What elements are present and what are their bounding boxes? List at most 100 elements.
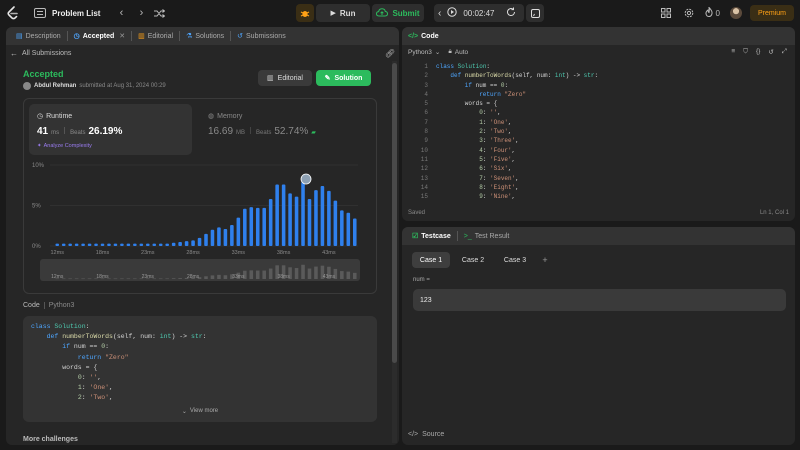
case-2-tab[interactable]: Case 2 <box>454 252 492 268</box>
timer-value: 00:02:47 <box>463 8 495 18</box>
tab-submissions[interactable]: ↺ Submissions <box>233 27 290 45</box>
chart-bar <box>281 184 286 246</box>
y-tick-label: 0% <box>32 244 41 250</box>
avatar[interactable] <box>729 7 742 19</box>
chart-bar <box>301 182 305 246</box>
leetcode-logo-icon[interactable] <box>6 6 20 20</box>
chart-bar <box>288 193 292 246</box>
settings-gear-icon[interactable] <box>682 3 696 23</box>
memory-card[interactable]: ◍ Memory 16.69 MB Beats 52.74% ▰ <box>200 104 363 155</box>
overview-bar <box>262 270 266 279</box>
user-name[interactable]: Abdul Rehman <box>34 83 76 89</box>
overview-bar <box>120 278 124 280</box>
case-3-tab[interactable]: Case 3 <box>496 252 534 268</box>
scrollbar[interactable] <box>392 61 397 443</box>
overview-bar <box>87 278 92 280</box>
debug-button[interactable] <box>296 4 314 22</box>
close-tab-icon[interactable]: ✕ <box>119 32 125 40</box>
streak-counter[interactable]: 0 <box>705 3 720 23</box>
chart-bar <box>68 243 72 246</box>
code-line: def numberToWords(self, num: int) -> str… <box>436 72 599 80</box>
all-submissions-link[interactable]: All Submissions <box>22 50 71 57</box>
chart-bar <box>249 207 254 246</box>
editorial-button[interactable]: ▥ Editorial <box>258 70 312 86</box>
case-1-tab[interactable]: Case 1 <box>412 252 450 268</box>
bookmark-icon[interactable]: ⛉ <box>743 48 748 56</box>
chart-bar <box>333 200 338 246</box>
overview-bar <box>268 268 273 279</box>
back-arrow-icon[interactable]: ← <box>10 49 18 58</box>
add-case-icon[interactable]: + <box>538 252 552 268</box>
editor-toolbar: Python3 ⌄ 🔒︎ Auto ≡ ⛉ {} ↺ ⤢ <box>402 45 795 59</box>
fullscreen-icon[interactable]: ⤢ <box>782 48 787 56</box>
timer-play-icon[interactable] <box>447 7 458 19</box>
fire-icon <box>705 5 713 19</box>
scrollbar-thumb[interactable] <box>392 63 397 363</box>
line-number: 6 <box>424 109 428 117</box>
chart-bar <box>146 243 150 246</box>
overview-bar <box>223 275 228 279</box>
overview-tick-label: 28ms <box>187 274 200 280</box>
source-code-icon: </> <box>408 431 419 438</box>
prev-problem-icon[interactable]: ‹ <box>114 3 128 23</box>
tab-test-result[interactable]: >_ Test Result <box>460 227 514 245</box>
code-line: def numberToWords(self, num: int) -> str… <box>31 333 207 341</box>
x-tick-label: 12ms <box>51 250 65 256</box>
share-link-icon[interactable]: 🔗︎ <box>385 49 395 58</box>
view-more-button[interactable]: ⌄ View more <box>23 402 377 420</box>
chevron-left-icon[interactable]: ‹ <box>438 8 441 19</box>
top-bar: Problem List ‹ › ▶ Run Submit ‹ 00:02:47 <box>0 0 800 26</box>
submit-button[interactable]: Submit <box>372 4 424 22</box>
runtime-card[interactable]: ◷ Runtime 41 ms Beats 26.19% ✦ Analyze C… <box>29 104 192 155</box>
tab-description[interactable]: ▤ Description <box>12 27 65 45</box>
chart-bar <box>61 243 66 246</box>
overview-bar <box>217 274 221 279</box>
code-line: 7: 'Seven', <box>479 174 519 182</box>
overview-bar <box>204 276 208 279</box>
problem-list-link[interactable]: Problem List <box>52 9 100 18</box>
format-icon[interactable]: ≡ <box>731 48 735 56</box>
analyze-complexity-link[interactable]: ✦ Analyze Complexity <box>37 143 92 149</box>
next-problem-icon[interactable]: › <box>134 3 148 23</box>
solution-button[interactable]: ✎ Solution <box>316 70 371 86</box>
chart-bar <box>236 217 241 246</box>
cloud-upload-icon <box>376 7 389 19</box>
braces-icon[interactable]: {} <box>756 48 760 56</box>
memory-chip-icon: ◍ <box>208 113 215 120</box>
reset-timer-icon[interactable] <box>506 7 516 19</box>
chart-bar <box>87 243 92 246</box>
testcase-panel: ☑ Testcase >_ Test Result Case 1 Case 2 … <box>402 227 795 445</box>
num-input[interactable]: 123 <box>413 289 786 311</box>
chart-bar <box>204 233 208 246</box>
notes-button[interactable] <box>526 4 544 22</box>
tab-testcase[interactable]: ☑ Testcase <box>408 227 455 245</box>
overview-bar <box>178 278 182 279</box>
tab-editorial[interactable]: ▥ Editorial <box>134 27 177 45</box>
language-select[interactable]: Python3 ⌄ <box>408 48 440 57</box>
source-button[interactable]: </> Source <box>408 431 444 438</box>
overview-bar <box>307 268 312 279</box>
runtime-distribution-chart[interactable]: 10% 5% 0% 12ms 18ms 23ms 28ms 33ms 38ms 43ms 12ms 1… <box>24 161 376 293</box>
auto-mode-toggle[interactable]: 🔒︎ Auto <box>448 48 468 56</box>
run-button[interactable]: ▶ Run <box>316 4 370 22</box>
reset-icon[interactable]: ↺ <box>768 48 773 56</box>
clock-icon: ◷ <box>37 113 44 120</box>
sparkle-icon: ✦ <box>37 143 42 149</box>
overview-bar <box>126 278 131 280</box>
edit-icon: ✎ <box>324 75 331 82</box>
code-editor[interactable]: 1 2 3 4 5 6 7 8 9 10 11 12 13 14 15 class Solution: de… <box>402 60 795 201</box>
chart-bar <box>197 237 202 246</box>
var-label: num = <box>413 277 430 283</box>
problem-list-icon[interactable] <box>34 3 46 23</box>
overview-bar <box>249 270 254 279</box>
layout-grid-icon[interactable] <box>659 3 673 23</box>
timer-widget[interactable]: ‹ 00:02:47 <box>434 4 524 22</box>
book-icon: ▥ <box>267 75 274 82</box>
premium-button[interactable]: Premium <box>749 5 794 21</box>
runtime-value: 41 <box>37 126 49 137</box>
tab-accepted[interactable]: ◷ Accepted ✕ <box>70 27 130 45</box>
line-number: 15 <box>420 193 428 201</box>
shuffle-icon[interactable] <box>154 3 166 23</box>
tab-solutions[interactable]: ⚗ Solutions <box>182 27 228 45</box>
user-avatar[interactable] <box>23 82 31 90</box>
